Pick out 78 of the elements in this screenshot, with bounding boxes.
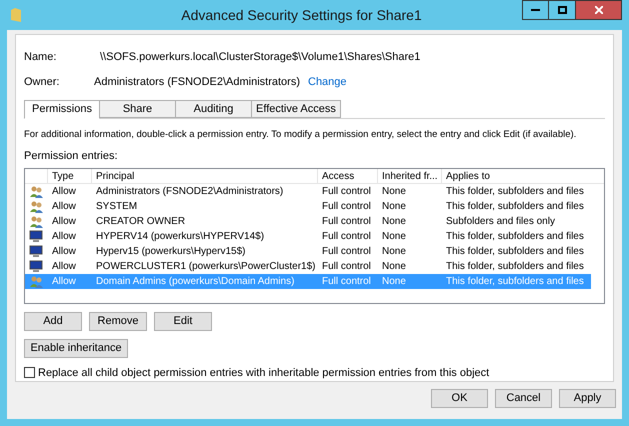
minimize-button[interactable] <box>522 0 549 20</box>
tab[interactable]: Permissions <box>24 100 100 119</box>
name-value: \\SOFS.powerkurs.local\ClusterStorage$\Volume1\Shares\Share1 <box>100 50 420 65</box>
permission-row[interactable]: Allow SYSTEM Full control None This folder, subfolders and files <box>25 198 591 214</box>
name-label: Name: <box>24 50 58 65</box>
dialog-button[interactable]: Cancel <box>495 389 552 408</box>
column-header[interactable]: Type <box>47 168 91 182</box>
table-cell-text: Full control <box>321 200 372 212</box>
table-cell-text: None <box>381 214 407 228</box>
tab[interactable]: Auditing <box>176 100 252 118</box>
table-cell-text: Allow <box>51 184 77 198</box>
entries-label: Permission entries: <box>24 149 119 164</box>
folder-icon <box>11 8 21 22</box>
table-cell-text: Full control <box>321 260 372 272</box>
table-cell-text: Full control <box>321 274 372 288</box>
table-cell-text: Allow <box>51 244 77 258</box>
owner-label: Owner: <box>24 74 60 90</box>
info-text: For additional information, double-click a permission entry. To modify a permission entry, select the entry and click Edit (if available). <box>24 128 576 141</box>
users-icon <box>29 274 43 288</box>
window-title: Advanced Security Settings for Share1 <box>181 6 422 25</box>
owner-value: Administrators (FSNODE2\Administrators) <box>94 74 300 90</box>
table-cell-text: Full control <box>321 214 372 228</box>
users-icon <box>29 184 43 198</box>
table-cell-text: Allow <box>51 230 77 242</box>
permission-row[interactable]: Allow CREATOR OWNER Full control None Subfolders and files only <box>25 214 591 228</box>
users-icon <box>29 214 43 228</box>
close-button[interactable] <box>576 0 622 20</box>
tab[interactable]: Share <box>100 100 176 118</box>
column-header[interactable]: Inherited fr... <box>377 168 441 182</box>
table-cell-text: This folder, subfolders and files <box>445 230 585 242</box>
permission-row[interactable]: Allow Hyperv15 (powerkurs\Hyperv15$) Full control None This folder, subfolders and files <box>25 244 591 258</box>
table-cell-text: None <box>381 184 407 198</box>
permission-row[interactable]: Allow Administrators (FSNODE2\Administrators) Full control None This folder, subfolders and files <box>25 184 591 198</box>
permission-row[interactable]: Allow POWERCLUSTER1 (powerkurs\PowerCluster1$) Full control None This folder, subfolders and files <box>25 258 591 274</box>
computer-icon <box>29 230 43 242</box>
entry-button[interactable]: Edit <box>154 312 212 331</box>
table-cell-text: Allow <box>51 200 77 212</box>
column-header[interactable]: Principal <box>91 168 317 182</box>
close-icon <box>594 6 602 14</box>
table-cell-text: Allow <box>51 274 77 288</box>
table-cell-text: None <box>381 244 407 258</box>
enable-inheritance-button[interactable]: Enable inheritance <box>24 338 128 358</box>
table-cell-text: Allow <box>51 260 77 272</box>
table-cell-text: None <box>381 260 407 272</box>
table-cell-text: Domain Admins (powerkurs\Domain Admins) <box>95 274 296 288</box>
tab[interactable]: Effective Access <box>252 100 341 118</box>
table-cell-text: Full control <box>321 184 372 198</box>
change-link[interactable]: Change <box>308 74 347 90</box>
table-cell-text: None <box>381 230 407 242</box>
table-cell-text: This folder, subfolders and files <box>445 274 585 288</box>
table-cell-text: This folder, subfolders and files <box>445 200 585 212</box>
table-cell-text: None <box>381 274 407 288</box>
permission-row[interactable]: Allow HYPERV14 (powerkurs\HYPERV14$) Full control None This folder, subfolders and files <box>25 228 591 244</box>
computer-icon <box>29 260 43 272</box>
dialog-button[interactable]: Apply <box>559 389 616 408</box>
users-icon <box>29 200 43 212</box>
table-cell-text: None <box>381 200 407 212</box>
table-cell-text: Subfolders and files only <box>445 214 556 228</box>
table-cell-text: Administrators (FSNODE2\Administrators) <box>95 184 284 198</box>
column-header[interactable]: Applies to <box>441 168 591 182</box>
table-cell-text: This folder, subfolders and files <box>445 260 585 272</box>
table-cell-text: This folder, subfolders and files <box>445 244 585 258</box>
table-cell-text: CREATOR OWNER <box>95 214 186 228</box>
entry-button[interactable]: Add <box>24 312 82 331</box>
table-cell-text: Hyperv15 (powerkurs\Hyperv15$) <box>95 244 247 258</box>
computer-icon <box>29 244 43 258</box>
column-header[interactable]: Access <box>317 168 377 182</box>
dialog-button[interactable]: OK <box>431 389 488 408</box>
table-cell-text: POWERCLUSTER1 (powerkurs\PowerCluster1$) <box>95 260 317 272</box>
table-cell-text: Full control <box>321 244 372 258</box>
table-cell-text: Allow <box>51 214 77 228</box>
table-cell-text: Full control <box>321 230 372 242</box>
checkbox[interactable] <box>24 367 35 378</box>
replace-label: Replace all child object permission entries with inheritable permission entries from this object <box>38 366 490 380</box>
table-cell-text: This folder, subfolders and files <box>445 184 585 198</box>
table-cell-text: SYSTEM <box>95 200 138 212</box>
table-cell-text: HYPERV14 (powerkurs\HYPERV14$) <box>95 230 266 242</box>
entry-button[interactable]: Remove <box>89 312 147 331</box>
